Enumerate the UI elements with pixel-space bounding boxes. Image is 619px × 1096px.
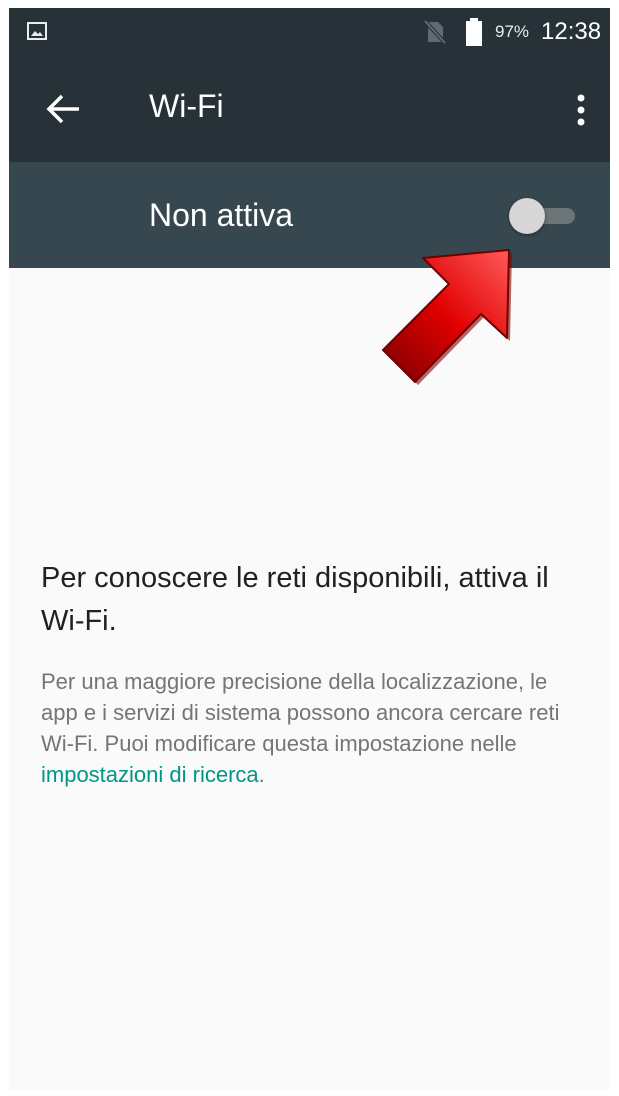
page-title: Wi-Fi (149, 88, 224, 124)
wifi-switch-bar[interactable]: Non attiva (9, 162, 610, 268)
red-annotation-arrow-icon (369, 244, 519, 394)
image-notification-icon (27, 21, 47, 46)
back-arrow-icon[interactable] (43, 91, 83, 127)
battery-percentage: 97% (495, 22, 530, 41)
wifi-state-label: Non attiva (149, 197, 294, 233)
empty-state-heading: Per conoscere le reti disponibili, attiv… (41, 562, 549, 637)
app-bar: Wi-Fi (9, 56, 610, 162)
status-bar: 97% 12:38 (9, 8, 610, 56)
toggle-thumb (509, 198, 545, 234)
phone-screen: 97% 12:38 Wi-Fi Non attiva Per conoscere… (9, 8, 610, 1090)
description-period: . (258, 762, 265, 787)
wifi-toggle-switch[interactable] (509, 198, 579, 234)
description-text: Per una maggiore precisione della locali… (41, 669, 560, 756)
clock: 12:38 (541, 18, 602, 45)
more-vert-icon[interactable] (569, 92, 593, 128)
no-sim-icon (423, 19, 447, 49)
scan-settings-link[interactable]: impostazioni di ricerca (41, 762, 259, 787)
empty-state-description: Per una maggiore precisione della locali… (41, 666, 586, 790)
battery-icon (465, 18, 483, 51)
